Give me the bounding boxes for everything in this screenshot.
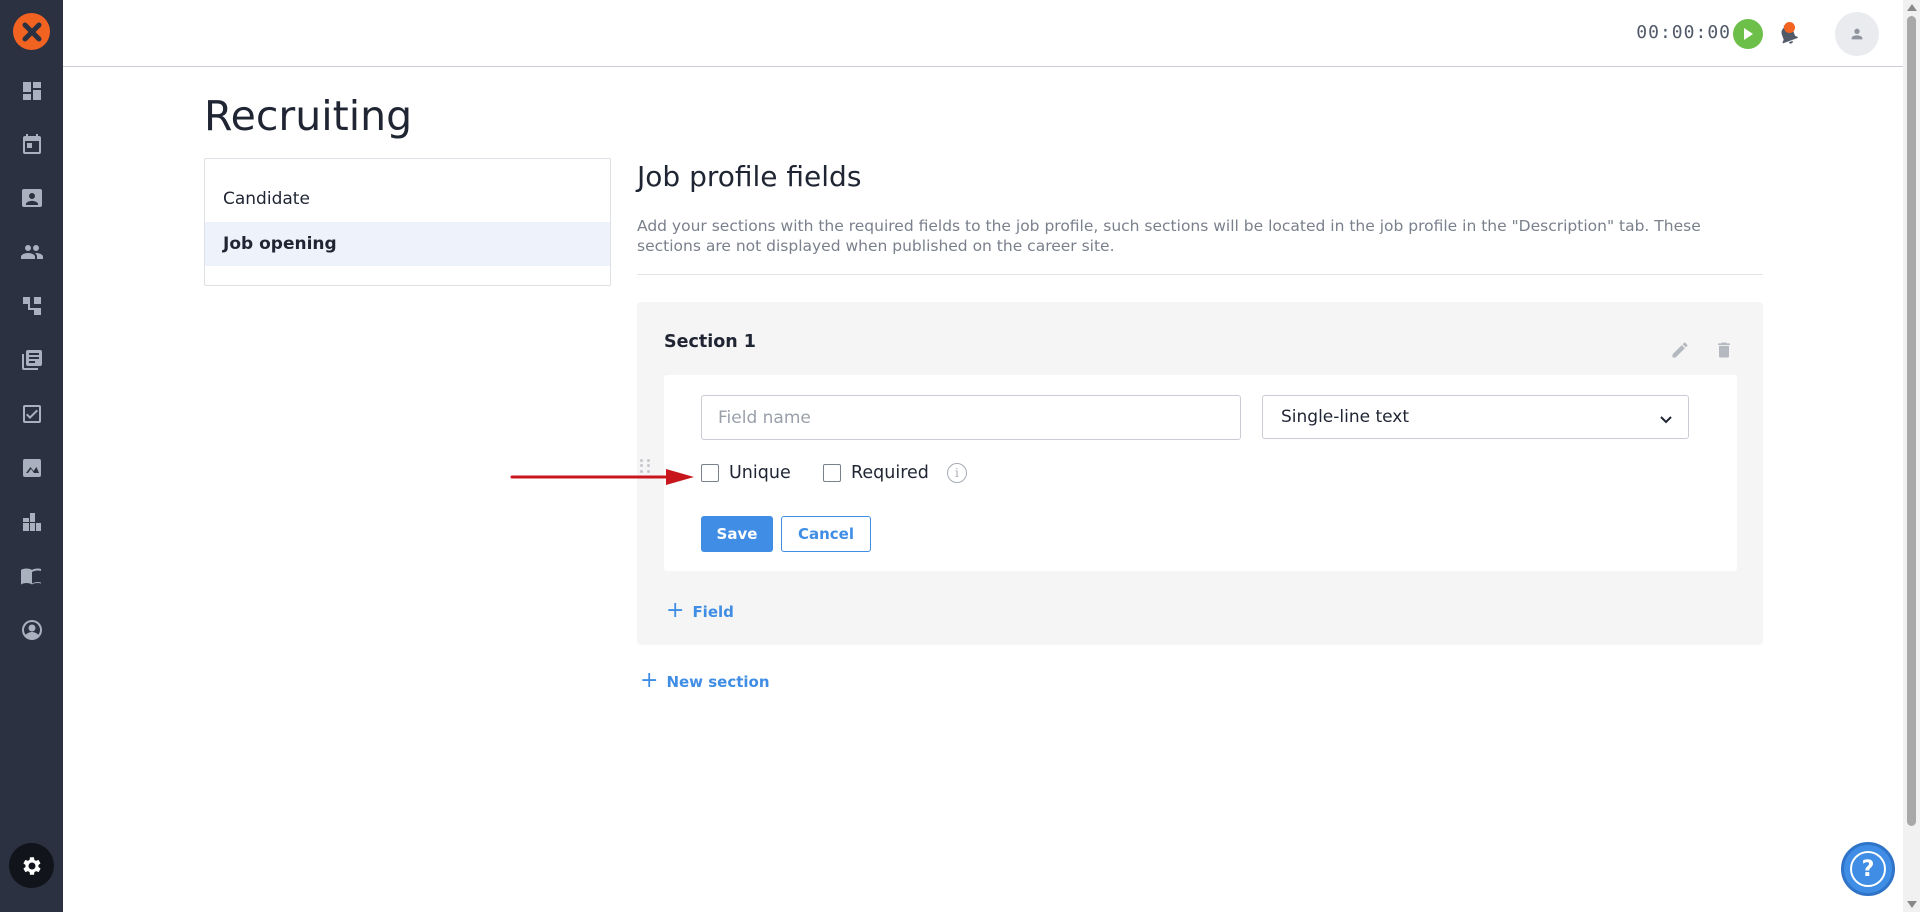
app-logo[interactable] (13, 13, 50, 50)
required-checkbox[interactable]: Required i (823, 463, 967, 483)
time-tracker-display: 00:00:00 (1636, 22, 1731, 43)
sidebar-item-modules[interactable] (0, 502, 63, 542)
pencil-icon (1672, 342, 1688, 358)
scroll-up-arrow[interactable] (1907, 4, 1917, 11)
profile-section: Section 1 Single-line text Unique Requir… (637, 302, 1763, 645)
sidebar-item-reports[interactable] (0, 448, 63, 488)
plus-icon: + (640, 668, 659, 693)
play-icon (1744, 28, 1753, 40)
trash-icon (1718, 342, 1730, 358)
page-scrollbar[interactable] (1903, 0, 1920, 912)
section-heading: Job profile fields (637, 160, 862, 193)
sidebar-item-knowledge[interactable] (0, 556, 63, 596)
checkbox-icon (22, 405, 41, 423)
delete-section-button[interactable] (1712, 338, 1736, 362)
library-icon (21, 350, 42, 370)
required-label: Required (851, 463, 929, 483)
menu-item-job-opening[interactable]: Job opening (205, 222, 610, 266)
modules-icon (22, 513, 41, 531)
edit-section-button[interactable] (1668, 338, 1692, 362)
calendar-icon (22, 134, 41, 154)
gear-icon (22, 856, 41, 875)
workflow-icon (22, 297, 41, 315)
required-checkbox-box[interactable] (823, 464, 841, 482)
plus-icon: + (666, 598, 685, 623)
sidebar-item-contacts[interactable] (0, 178, 63, 218)
annotation-arrow-icon (510, 469, 694, 485)
menu-item-candidate[interactable]: Candidate (205, 177, 610, 221)
settings-button[interactable] (9, 843, 54, 888)
sidebar-item-profile[interactable] (0, 610, 63, 650)
scroll-down-arrow[interactable] (1907, 901, 1917, 908)
unique-checkbox-box[interactable] (701, 464, 719, 482)
field-type-select[interactable]: Single-line text (1262, 395, 1689, 439)
dashboard-icon (22, 82, 41, 100)
info-icon[interactable]: i (946, 463, 967, 483)
save-button[interactable]: Save (701, 516, 773, 552)
book-icon (20, 568, 41, 585)
top-bar: 00:00:00 (63, 0, 1903, 67)
people-icon (20, 245, 43, 259)
scrollbar-thumb[interactable] (1907, 16, 1916, 826)
start-timer-button[interactable] (1733, 19, 1763, 49)
divider (637, 274, 1763, 275)
settings-menu: Candidate Job opening (204, 158, 611, 286)
sidebar (0, 0, 63, 912)
user-circle-icon (21, 620, 42, 640)
field-type-value: Single-line text (1281, 407, 1410, 427)
unique-label: Unique (729, 463, 791, 483)
new-section-label: New section (666, 673, 770, 691)
field-editor-card: Single-line text Unique Required i Save … (640, 375, 1737, 571)
sidebar-item-calendar[interactable] (0, 124, 63, 164)
user-avatar[interactable] (1835, 12, 1879, 56)
close-x-logo-icon (22, 22, 41, 41)
question-icon: ? (1850, 851, 1886, 887)
sidebar-item-workflow[interactable] (0, 286, 63, 326)
user-icon (1851, 28, 1863, 40)
cancel-button[interactable]: Cancel (781, 516, 871, 552)
sidebar-item-people[interactable] (0, 232, 63, 272)
sidebar-item-tasks[interactable] (0, 394, 63, 434)
add-field-button[interactable]: + Field (666, 598, 734, 623)
sidebar-item-dashboard[interactable] (0, 71, 63, 111)
notifications-button[interactable] (1773, 19, 1803, 49)
field-name-input[interactable] (701, 395, 1241, 440)
add-field-label: Field (692, 603, 734, 621)
section-description: Add your sections with the required fiel… (637, 217, 1701, 255)
chart-icon (22, 459, 41, 477)
sidebar-item-library[interactable] (0, 340, 63, 380)
chevron-down-icon (1660, 416, 1672, 424)
new-section-button[interactable]: + New section (640, 668, 770, 693)
section-title: Section 1 (664, 332, 756, 352)
unique-checkbox[interactable]: Unique (701, 463, 791, 483)
notification-badge (1784, 22, 1795, 33)
page-title: Recruiting (204, 92, 413, 140)
help-button[interactable]: ? (1841, 842, 1895, 896)
contact-card-icon (21, 189, 42, 207)
